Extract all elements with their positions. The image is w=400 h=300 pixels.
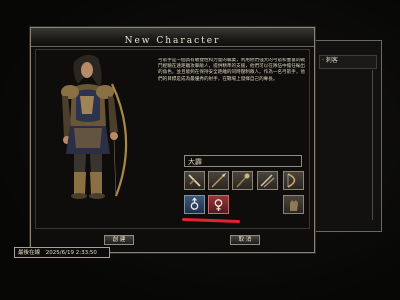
right-pauldron [96,85,114,99]
tassets-trim [74,128,102,148]
character-name-input[interactable]: 大霹 [184,155,302,167]
right-boot [90,172,102,194]
class-sword-button[interactable] [184,171,205,190]
staff-icon [236,173,250,188]
sword-icon [188,174,201,187]
background-panel-edge [372,70,379,220]
cancel-button[interactable]: 取 消 [230,235,260,245]
last-online-status: 最後在線 2025/6/19 2:33:50 [14,247,110,258]
male-gender-button[interactable] [184,195,205,214]
chest-ornament [80,96,94,114]
right-hand [110,132,118,140]
last-online-timestamp: 2025/6/19 2:33:50 [45,250,97,256]
game-screen: · 刺客 New Character 弓箭手是一個具有敏捷性和力量的職業，利用他… [0,0,400,300]
left-boot [74,172,86,194]
last-online-label: 最後在線 [18,250,41,256]
class-glove-button[interactable] [283,195,304,214]
create-button[interactable]: 創 建 [104,235,134,245]
class-spear-button[interactable] [208,171,229,190]
background-row-label: · 刺客 [322,57,338,64]
class-dual-blades-button[interactable] [257,171,278,190]
character-model [61,54,128,199]
right-foot [89,193,105,199]
class-description: 弓箭手是一個具有敏捷性和力量的職業，利用他們強大的弓箭和豐富的戰鬥經驗在遠距離攻… [158,58,306,82]
dual-blades-icon [260,174,275,188]
male-symbol-icon [190,197,199,210]
class-staff-button[interactable] [232,171,253,190]
glove-icon [290,200,298,211]
spear-icon [211,173,226,188]
female-symbol-icon [214,199,223,211]
female-gender-button[interactable] [208,195,229,214]
left-foot [71,193,87,199]
face-shape [81,62,93,78]
bow-icon [287,173,296,188]
right-arm [108,96,118,134]
class-bow-button[interactable] [283,171,304,190]
